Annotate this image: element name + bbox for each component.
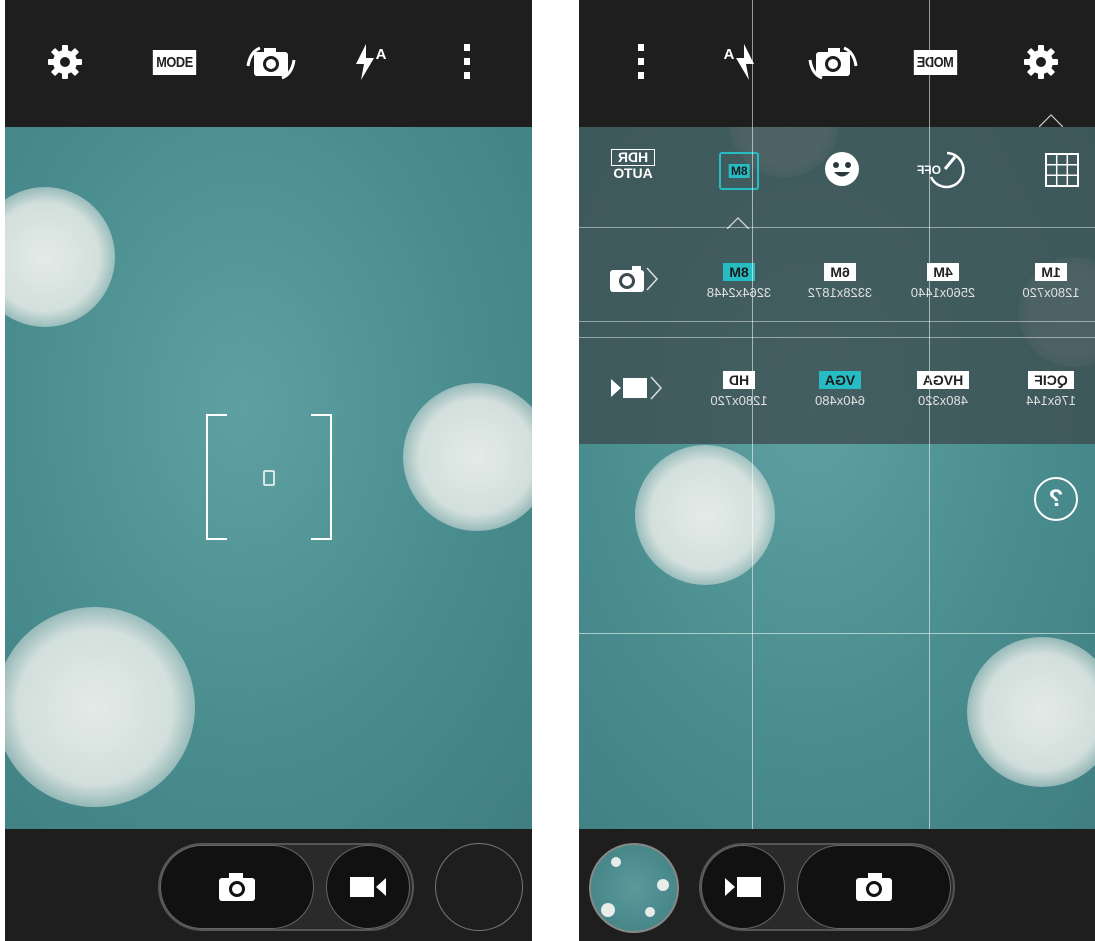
hdr-label: HDR bbox=[611, 149, 655, 166]
photo-resolution-label bbox=[609, 265, 659, 293]
photo-shutter-button[interactable] bbox=[797, 845, 951, 929]
video-mode-button[interactable] bbox=[701, 845, 785, 929]
switch-camera-icon[interactable] bbox=[807, 40, 859, 84]
camera-icon bbox=[610, 266, 644, 292]
resolution-badge: HD bbox=[722, 371, 756, 389]
bokeh-light bbox=[967, 637, 1095, 787]
thumb-bokeh bbox=[611, 857, 621, 867]
grid-line bbox=[752, 0, 753, 829]
more-vert-icon[interactable] bbox=[631, 40, 651, 84]
timer-off-icon[interactable]: OFF bbox=[917, 147, 969, 191]
viewfinder[interactable]: HDR AUTO 8M OFF bbox=[579, 127, 1095, 829]
viewfinder[interactable] bbox=[5, 127, 532, 829]
resolution-option[interactable]: HVGA 480x320 bbox=[901, 371, 985, 408]
resolution-dims: 1280x720 bbox=[1022, 285, 1080, 300]
settings-icons-row: HDR AUTO 8M OFF bbox=[579, 127, 1095, 229]
switch-camera-icon[interactable] bbox=[245, 40, 297, 84]
resolution-badge: QCIF bbox=[1028, 371, 1074, 389]
panel-divider bbox=[579, 337, 1095, 338]
video-camera-icon bbox=[725, 877, 761, 897]
flash-auto-icon[interactable]: A bbox=[717, 40, 763, 84]
flash-label: A bbox=[375, 45, 387, 63]
flash-auto-icon[interactable]: A bbox=[350, 40, 390, 84]
thumb-bokeh bbox=[601, 903, 615, 917]
bottom-bar bbox=[579, 829, 1095, 941]
help-icon[interactable]: ? bbox=[1034, 477, 1078, 521]
mode-button[interactable]: MODE bbox=[148, 40, 200, 84]
flash-label: A bbox=[723, 45, 735, 63]
focus-frame bbox=[206, 414, 332, 540]
chevron-right-icon bbox=[646, 267, 659, 291]
gear-icon[interactable] bbox=[43, 40, 87, 84]
photo-resolution-row: 8M 3264x2448 6M 3328x1872 4M 2560x1440 1… bbox=[579, 229, 1095, 321]
capture-mode-switch[interactable] bbox=[699, 843, 955, 931]
video-camera-icon bbox=[611, 378, 647, 398]
video-mode-button[interactable] bbox=[326, 845, 410, 929]
bokeh-light bbox=[635, 445, 775, 585]
resolution-option[interactable]: VGA 640x480 bbox=[798, 371, 882, 408]
resolution-dims: 2560x1440 bbox=[910, 285, 976, 300]
help-label: ? bbox=[1048, 485, 1064, 512]
resolution-dims: 480x320 bbox=[918, 393, 968, 408]
panel-divider bbox=[579, 321, 1095, 322]
resolution-dims: 3328x1872 bbox=[807, 285, 873, 300]
resolution-dims: 1280x720 bbox=[710, 393, 768, 408]
video-resolution-row: HD 1280x720 VGA 640x480 HVGA 480x320 QCI… bbox=[579, 339, 1095, 439]
resolution-badge: VGA bbox=[818, 371, 862, 389]
resolution-dims: 640x480 bbox=[815, 393, 865, 408]
bottom-bar bbox=[5, 829, 532, 941]
resolution-option[interactable]: 1M 1280x720 bbox=[1009, 263, 1093, 300]
capture-mode-switch[interactable] bbox=[158, 843, 414, 931]
resolution-badge: 1M bbox=[1035, 263, 1067, 281]
resolution-option[interactable]: QCIF 176x144 bbox=[1009, 371, 1093, 408]
panel-divider bbox=[579, 227, 1095, 228]
resolution-option[interactable]: 6M 3328x1872 bbox=[798, 263, 882, 300]
mode-label: MODE bbox=[914, 49, 958, 75]
settings-panel: HDR AUTO 8M OFF bbox=[579, 127, 1095, 444]
hdr-auto-icon[interactable]: HDR AUTO bbox=[611, 149, 655, 181]
chevron-right-icon bbox=[650, 376, 663, 400]
mode-button[interactable]: MODE bbox=[910, 40, 962, 84]
thumb-bokeh bbox=[645, 907, 655, 917]
top-toolbar: A MODE bbox=[579, 0, 1095, 127]
grid-icon[interactable] bbox=[1045, 153, 1079, 187]
resolution-badge: HVGA bbox=[916, 371, 970, 389]
resolution-badge: 8M bbox=[723, 263, 755, 281]
camera-screen-right: A MODE HDR AUTO 8M 8M 3264x2448 6M 3328x… bbox=[579, 0, 1095, 941]
resolution-dims: 3264x2448 bbox=[706, 285, 772, 300]
more-vert-icon[interactable] bbox=[457, 40, 477, 84]
settings-pointer-icon bbox=[1039, 114, 1063, 127]
camera-screen-left: MODE A bbox=[5, 0, 532, 941]
resolution-option[interactable]: 8M 3264x2448 bbox=[697, 263, 781, 300]
grid-line bbox=[579, 633, 1095, 634]
video-camera-icon bbox=[350, 877, 386, 897]
resolution-label: 8M bbox=[728, 164, 750, 178]
camera-icon bbox=[856, 873, 892, 901]
gallery-thumbnail[interactable] bbox=[589, 843, 679, 933]
resolution-dims: 176x144 bbox=[1026, 393, 1076, 408]
bokeh-light bbox=[5, 187, 115, 327]
resolution-option[interactable]: 4M 2560x1440 bbox=[901, 263, 985, 300]
auto-label: AUTO bbox=[613, 165, 653, 181]
bokeh-light bbox=[5, 607, 195, 807]
grid-line bbox=[929, 0, 930, 829]
resolution-badge: 4M bbox=[927, 263, 959, 281]
video-resolution-label bbox=[609, 375, 663, 401]
face-icon[interactable] bbox=[824, 151, 860, 187]
photo-shutter-button[interactable] bbox=[160, 845, 314, 929]
camera-icon bbox=[219, 873, 255, 901]
resolution-option[interactable]: HD 1280x720 bbox=[697, 371, 781, 408]
gear-icon[interactable] bbox=[1019, 40, 1063, 84]
resolution-8m-icon[interactable]: 8M bbox=[719, 152, 759, 190]
mode-label: MODE bbox=[152, 49, 196, 75]
top-toolbar: MODE A bbox=[5, 0, 532, 127]
thumb-bokeh bbox=[657, 879, 669, 891]
bokeh-light bbox=[403, 383, 532, 531]
resolution-badge: 6M bbox=[824, 263, 856, 281]
gallery-thumbnail[interactable] bbox=[435, 843, 523, 931]
